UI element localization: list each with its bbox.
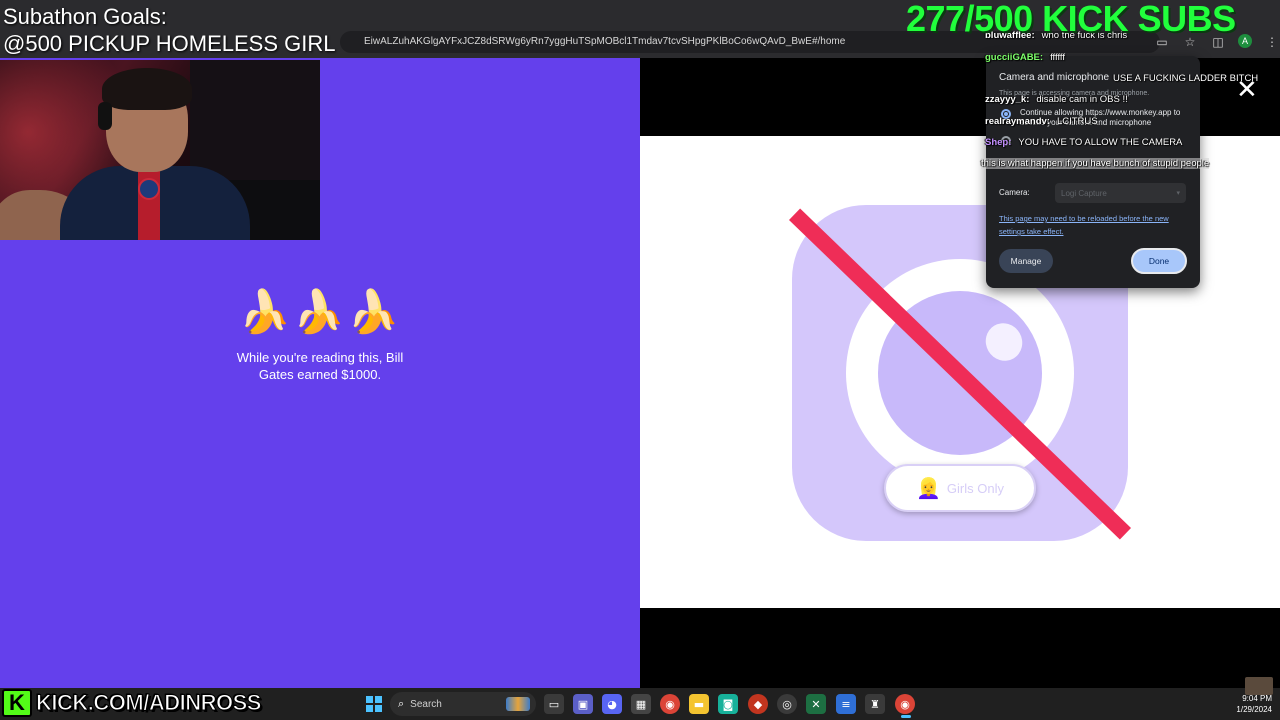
chat-message: Shep: YOU HAVE TO ALLOW THE CAMERA [985, 137, 1182, 148]
search-highlight-icon [506, 697, 530, 711]
teams-icon[interactable]: ▣ [573, 694, 593, 714]
clock-date: 1/29/2024 [1236, 705, 1272, 714]
url-text[interactable]: EiwALZuhAKGlgAYFxJCZ8dSRWg6yRn7yggHuTSpM… [364, 36, 845, 47]
discord-icon[interactable]: ◕ [602, 694, 622, 714]
profile-avatar-icon[interactable]: A [1238, 34, 1252, 48]
reload-note: This page may need to be reloaded before… [999, 214, 1169, 236]
chat-message: USE A FUCKING LADDER BITCH [1113, 73, 1258, 84]
chat-text: this is what happen if you have bunch of… [981, 158, 1210, 169]
search-label: Search [410, 698, 442, 710]
chat-message: zzayyy_k: disable cam in OBS !! [985, 94, 1128, 105]
chat-text: LCITRUS [1056, 116, 1098, 127]
banana-emojis: 🍌🍌🍌 [238, 287, 402, 336]
chat-message: realraymandv: LCITRUS [985, 116, 1098, 127]
subathon-goal-title: Subathon Goals: [3, 4, 167, 29]
girls-only-button[interactable]: 👱‍♀️ Girls Only [884, 464, 1036, 512]
camera-select-value: Logi Capture [1061, 188, 1107, 198]
chat-message: gucciiGABE: ffffff [985, 52, 1065, 63]
chat-message: this is what happen if you have bunch of… [981, 158, 1210, 169]
manage-button[interactable]: Manage [999, 249, 1053, 273]
webcam-feed [0, 60, 320, 240]
taskbar-clock[interactable]: 9:04 PM 1/29/2024 [1222, 693, 1272, 715]
cam-shirt-logo [138, 178, 160, 200]
girls-only-label: Girls Only [946, 480, 1004, 496]
subs-counter: 277/500 KICK SUBS [906, 0, 1236, 39]
obs-icon[interactable]: ◎ [777, 694, 797, 714]
clock-time: 9:04 PM [1242, 694, 1272, 703]
chevron-down-icon: ▾ [1176, 190, 1180, 197]
chat-username: Shep: [985, 137, 1012, 148]
app-icon[interactable]: ◙ [718, 694, 738, 714]
permission-title: Camera and microphone [999, 72, 1110, 83]
subathon-goal-text: @500 PICKUP HOMELESS GIRL [3, 31, 336, 56]
windows-start-icon[interactable] [366, 696, 382, 712]
chat-username: realraymandv: [985, 116, 1050, 127]
steam-icon[interactable]: ♜ [865, 694, 885, 714]
taskbar-search[interactable]: ⌕ Search [390, 692, 536, 716]
camera-select[interactable]: Logi Capture ▾ [1055, 183, 1186, 203]
kick-logo-icon: K [2, 689, 32, 717]
chat-text: USE A FUCKING LADDER BITCH [1113, 73, 1259, 84]
active-app-indicator [901, 715, 911, 718]
notepad-icon[interactable]: ≡ [836, 694, 856, 714]
chat-text: disable cam in OBS !! [1036, 94, 1128, 105]
kick-brand-overlay: K KICK.COM/ADINROSS [2, 687, 262, 719]
chat-text: ffffff [1050, 52, 1066, 63]
cam-background [190, 60, 320, 180]
kick-url-text: KICK.COM/ADINROSS [36, 690, 262, 716]
brave-icon[interactable]: ◆ [748, 694, 768, 714]
chat-username: zzayyy_k: [985, 94, 1030, 105]
search-icon: ⌕ [398, 697, 405, 710]
file-explorer-icon[interactable]: ▬ [689, 694, 709, 714]
chat-username: gucciiGABE: [985, 52, 1044, 63]
task-view-icon[interactable]: ▭ [544, 694, 564, 714]
chrome-active-icon[interactable]: ◉ [895, 694, 915, 714]
girl-emoji-icon: 👱‍♀️ [916, 476, 941, 500]
cam-headset [98, 102, 112, 130]
menu-icon[interactable]: ⋮ [1264, 34, 1280, 50]
minecraft-icon[interactable]: ▦ [631, 694, 651, 714]
cam-person-hair [102, 68, 192, 110]
camera-select-label: Camera: [999, 188, 1030, 197]
chrome-icon[interactable]: ◉ [660, 694, 680, 714]
tip-text: While you're reading this, Bill Gates ea… [236, 350, 404, 382]
chat-text: YOU HAVE TO ALLOW THE CAMERA [1018, 137, 1183, 148]
excel-icon[interactable]: ✕ [806, 694, 826, 714]
video-letterbox-bottom [640, 608, 1280, 688]
done-button[interactable]: Done [1131, 248, 1187, 274]
